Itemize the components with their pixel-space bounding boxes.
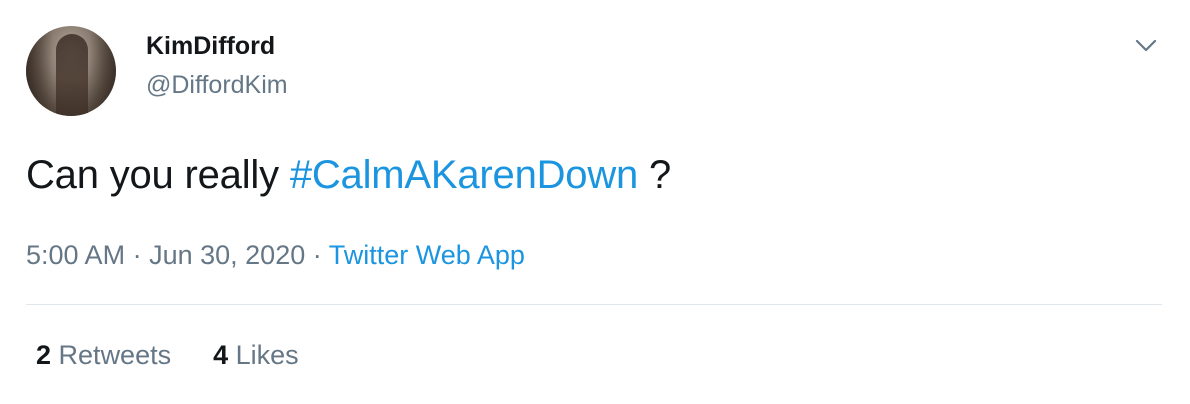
source-link[interactable]: Twitter Web App xyxy=(329,240,525,270)
tweet-text: Can you really #CalmAKarenDown ? xyxy=(26,153,671,198)
tweet-time[interactable]: 5:00 AM xyxy=(26,240,125,270)
meta-separator: · xyxy=(132,240,142,270)
likes-count: 4 xyxy=(213,340,229,370)
tweet-menu-button[interactable] xyxy=(1130,30,1162,62)
likes-stat[interactable]: 4 Likes xyxy=(213,340,299,370)
retweets-label: Retweets xyxy=(58,340,172,370)
chevron-down-icon xyxy=(1135,39,1157,52)
tweet-date[interactable]: Jun 30, 2020 xyxy=(149,240,305,270)
divider xyxy=(26,304,1162,305)
meta-separator: · xyxy=(312,240,322,270)
tweet-stats: 2 Retweets 4 Likes xyxy=(36,340,299,371)
tweet-card: KimDifford @DiffordKim Can you really #C… xyxy=(0,0,1190,404)
avatar-shade xyxy=(26,26,116,116)
retweets-count: 2 xyxy=(36,340,52,370)
likes-label: Likes xyxy=(235,340,299,370)
avatar[interactable] xyxy=(26,26,116,116)
tweet-text-before: Can you really xyxy=(26,153,290,197)
hashtag-link[interactable]: #CalmAKarenDown xyxy=(290,153,638,197)
display-name[interactable]: KimDifford xyxy=(146,32,275,61)
tweet-text-after: ? xyxy=(638,153,672,197)
user-handle[interactable]: @DiffordKim xyxy=(146,71,288,100)
retweets-stat[interactable]: 2 Retweets xyxy=(36,340,171,370)
tweet-meta: 5:00 AM · Jun 30, 2020 · Twitter Web App xyxy=(26,240,525,271)
